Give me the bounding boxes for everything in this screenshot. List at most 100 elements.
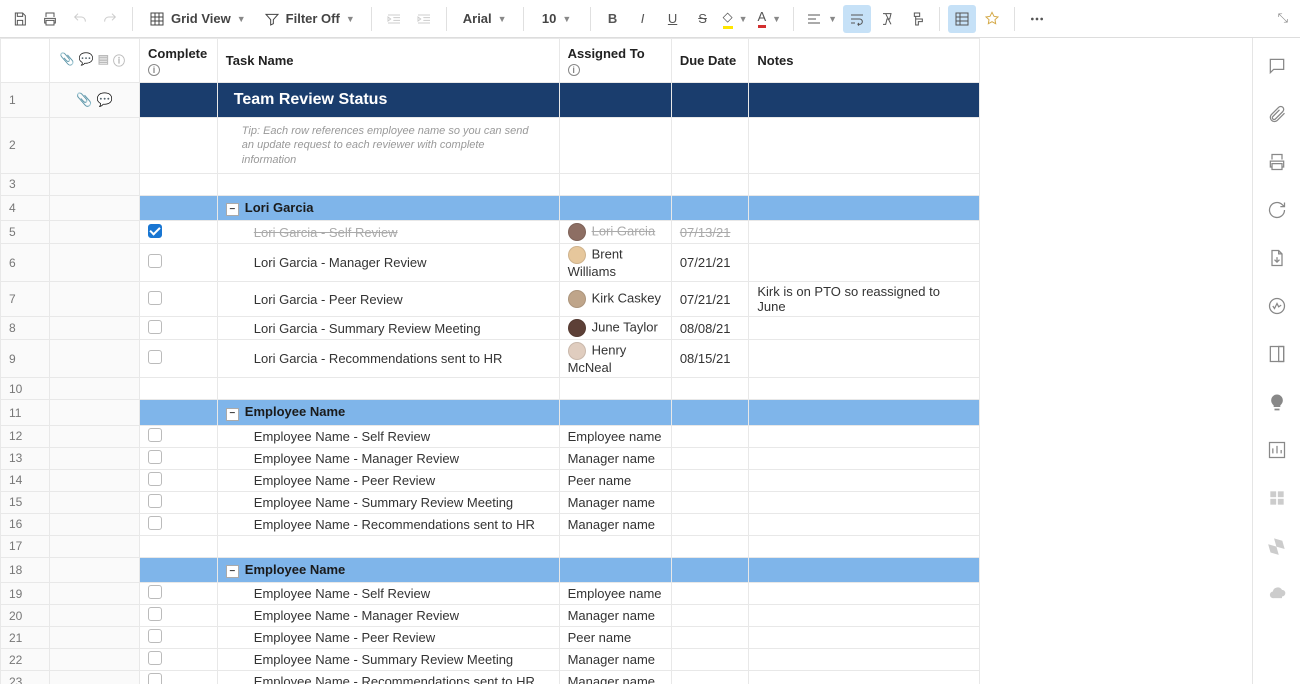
due-cell[interactable]	[671, 513, 749, 535]
text-color-button[interactable]: A▼	[754, 5, 786, 33]
table-row[interactable]: 6 Lori Garcia - Manager Review Brent Wil…	[1, 244, 980, 282]
complete-cell[interactable]	[140, 317, 218, 340]
italic-button[interactable]: I	[629, 5, 657, 33]
col-assigned[interactable]: Assigned To i	[559, 39, 671, 83]
font-family-select[interactable]: Arial ▼	[455, 5, 515, 33]
bold-button[interactable]: B	[599, 5, 627, 33]
underline-button[interactable]: U	[659, 5, 687, 33]
task-cell[interactable]: Employee Name - Self Review	[217, 583, 559, 605]
attachment-icon[interactable]: 📎	[76, 92, 92, 108]
complete-cell[interactable]	[140, 221, 218, 244]
wrap-text-button[interactable]	[843, 5, 871, 33]
notes-cell[interactable]	[749, 583, 980, 605]
undo-button[interactable]	[66, 5, 94, 33]
cell[interactable]	[671, 83, 749, 118]
task-cell[interactable]: Employee Name - Recommendations sent to …	[217, 513, 559, 535]
collapse-toggle[interactable]: −	[226, 408, 239, 421]
table-row[interactable]: 10	[1, 378, 980, 400]
complete-cell[interactable]	[140, 340, 218, 378]
checkbox[interactable]	[148, 254, 162, 268]
more-button[interactable]	[1023, 5, 1051, 33]
notes-cell[interactable]	[749, 491, 980, 513]
notes-cell[interactable]	[749, 469, 980, 491]
section-row[interactable]: 11 −Employee Name	[1, 400, 980, 426]
brandfolder-panel-button[interactable]	[1265, 390, 1289, 414]
complete-cell[interactable]	[140, 469, 218, 491]
complete-cell[interactable]	[140, 649, 218, 671]
assigned-cell[interactable]: Peer name	[559, 469, 671, 491]
title-row[interactable]: 1 📎💬 Team Review Status	[1, 83, 980, 118]
strikethrough-button[interactable]: S	[689, 5, 717, 33]
table-row[interactable]: 17	[1, 535, 980, 557]
assigned-cell[interactable]: Manager name	[559, 491, 671, 513]
task-cell[interactable]: Employee Name - Summary Review Meeting	[217, 649, 559, 671]
complete-cell[interactable]	[140, 244, 218, 282]
collapse-icon[interactable]: ⤡	[1278, 10, 1288, 26]
assigned-cell[interactable]: Henry McNeal	[559, 340, 671, 378]
clear-format-button[interactable]	[873, 5, 901, 33]
due-cell[interactable]	[671, 583, 749, 605]
due-cell[interactable]	[671, 627, 749, 649]
complete-cell[interactable]	[140, 627, 218, 649]
section-row[interactable]: 4 −Lori Garcia	[1, 195, 980, 221]
assigned-cell[interactable]: Peer name	[559, 627, 671, 649]
cell[interactable]	[749, 118, 980, 174]
col-notes[interactable]: Notes	[749, 39, 980, 83]
outdent-button[interactable]	[380, 5, 408, 33]
table-row[interactable]: 8 Lori Garcia - Summary Review Meeting J…	[1, 317, 980, 340]
table-row[interactable]: 9 Lori Garcia - Recommendations sent to …	[1, 340, 980, 378]
summary-panel-button[interactable]	[1265, 342, 1289, 366]
checkbox[interactable]	[148, 350, 162, 364]
font-size-select[interactable]: 10 ▼	[532, 5, 582, 33]
cell[interactable]	[140, 195, 218, 221]
indent-button[interactable]	[410, 5, 438, 33]
align-button[interactable]: ▼	[802, 5, 841, 33]
notes-cell[interactable]	[749, 649, 980, 671]
cell[interactable]	[559, 83, 671, 118]
notes-cell[interactable]	[749, 317, 980, 340]
print-button[interactable]	[36, 5, 64, 33]
section-name[interactable]: −Employee Name	[217, 557, 559, 583]
complete-cell[interactable]	[140, 671, 218, 684]
assigned-cell[interactable]: June Taylor	[559, 317, 671, 340]
task-cell[interactable]: Employee Name - Peer Review	[217, 627, 559, 649]
assigned-cell[interactable]: Manager name	[559, 447, 671, 469]
notes-cell[interactable]	[749, 425, 980, 447]
conditional-format-button[interactable]	[948, 5, 976, 33]
due-cell[interactable]: 08/08/21	[671, 317, 749, 340]
due-cell[interactable]	[671, 425, 749, 447]
notes-cell[interactable]	[749, 513, 980, 535]
task-cell[interactable]: Lori Garcia - Recommendations sent to HR	[217, 340, 559, 378]
table-row[interactable]: 15 Employee Name - Summary Review Meetin…	[1, 491, 980, 513]
assigned-cell[interactable]: Employee name	[559, 425, 671, 447]
cell[interactable]	[140, 118, 218, 174]
task-cell[interactable]: Lori Garcia - Peer Review	[217, 282, 559, 317]
checkbox[interactable]	[148, 585, 162, 599]
assigned-cell[interactable]: Manager name	[559, 513, 671, 535]
assigned-cell[interactable]: Kirk Caskey	[559, 282, 671, 317]
assigned-cell[interactable]: Lori Garcia	[559, 221, 671, 244]
table-row[interactable]: 13 Employee Name - Manager Review Manage…	[1, 447, 980, 469]
notes-cell[interactable]	[749, 671, 980, 684]
checkbox[interactable]	[148, 450, 162, 464]
tip-row[interactable]: 2 Tip: Each row references employee name…	[1, 118, 980, 174]
due-cell[interactable]	[671, 671, 749, 684]
cell[interactable]	[559, 118, 671, 174]
apps-panel-button[interactable]	[1265, 486, 1289, 510]
due-cell[interactable]: 07/21/21	[671, 282, 749, 317]
complete-cell[interactable]	[140, 425, 218, 447]
section-row[interactable]: 18 −Employee Name	[1, 557, 980, 583]
filter-button[interactable]: Filter Off ▼	[256, 5, 363, 33]
due-cell[interactable]: 07/21/21	[671, 244, 749, 282]
table-row[interactable]: 23 Employee Name - Recommendations sent …	[1, 671, 980, 684]
checkbox[interactable]	[148, 472, 162, 486]
task-cell[interactable]: Employee Name - Recommendations sent to …	[217, 671, 559, 684]
notes-cell[interactable]	[749, 447, 980, 469]
checkbox[interactable]	[148, 629, 162, 643]
task-cell[interactable]: Employee Name - Peer Review	[217, 469, 559, 491]
complete-cell[interactable]	[140, 583, 218, 605]
cell[interactable]	[140, 557, 218, 583]
col-complete[interactable]: Complete i	[140, 39, 218, 83]
col-task[interactable]: Task Name	[217, 39, 559, 83]
due-cell[interactable]: 08/15/21	[671, 340, 749, 378]
